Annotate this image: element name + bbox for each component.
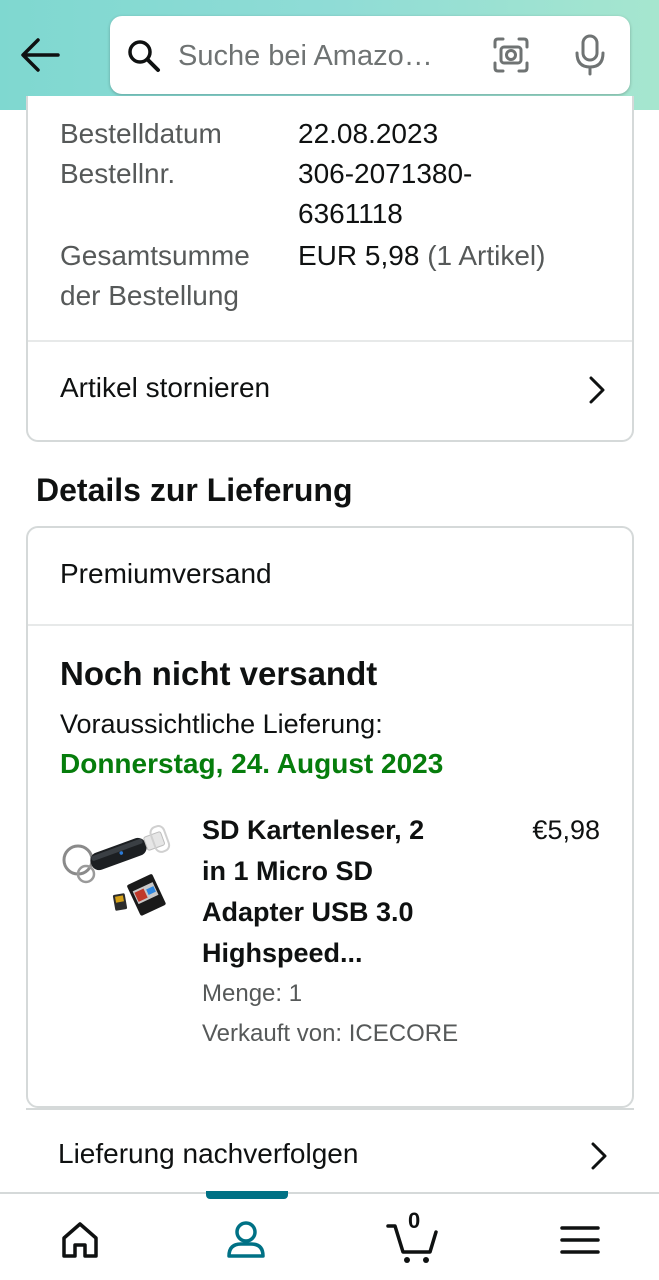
cancel-items-label: Artikel stornieren <box>60 372 271 403</box>
order-total-amount: EUR 5,98 <box>298 240 420 271</box>
product-price: €5,98 <box>532 815 600 845</box>
order-date-label: Bestelldatum <box>60 118 222 149</box>
user-icon <box>227 1221 265 1258</box>
order-date-value: 22.08.2023 <box>298 118 439 149</box>
nav-menu[interactable] <box>556 1216 604 1264</box>
order-number-value: 306-2071380- 6361118 <box>298 154 578 234</box>
chevron-right-icon <box>591 1142 607 1170</box>
product-title-line: Highspeed... <box>202 938 363 968</box>
order-number-part2: 6361118 <box>298 198 403 229</box>
order-number-part1: 306-2071380- <box>298 158 473 189</box>
top-header <box>0 0 659 110</box>
product-image[interactable] <box>56 816 172 916</box>
order-number-label: Bestellnr. <box>60 158 176 189</box>
chevron-right-icon <box>589 376 605 404</box>
search-input[interactable] <box>178 36 478 76</box>
search-bar[interactable] <box>110 16 630 94</box>
delivery-details-heading: Details zur Lieferung <box>36 472 353 508</box>
delivery-card: Premiumversand Noch nicht versandt Vorau… <box>26 526 634 1108</box>
product-title-line: SD Kartenleser, 2 <box>202 815 425 845</box>
back-arrow-icon <box>21 38 60 72</box>
camera-scan-icon[interactable] <box>492 36 530 74</box>
microphone-icon[interactable] <box>572 34 608 76</box>
order-item-count: (1 Artikel) <box>427 240 546 271</box>
cancel-items-row[interactable]: Artikel stornieren <box>28 342 632 438</box>
shipment-status: Noch nicht versandt <box>60 655 378 692</box>
search-icon <box>128 40 160 72</box>
nav-home[interactable] <box>56 1216 104 1264</box>
active-tab-indicator <box>206 1191 288 1199</box>
order-info-card: Bestelldatum 22.08.2023 Bestellnr. 306-2… <box>26 96 634 442</box>
cart-count-badge: 0 <box>408 1208 421 1233</box>
order-total-label-line2: der Bestellung <box>60 280 240 311</box>
order-total-label: Gesamtsumme der Bestellung <box>60 236 280 316</box>
order-total-value: EUR 5,98 (1 Artikel) <box>298 236 578 276</box>
track-package-label: Lieferung nachverfolgen <box>58 1138 359 1169</box>
eta-date: Donnerstag, 24. August 2023 <box>60 748 444 779</box>
track-package-row[interactable]: Lieferung nachverfolgen <box>26 1110 634 1194</box>
nav-account[interactable] <box>222 1216 270 1264</box>
home-icon <box>62 1222 98 1258</box>
menu-icon <box>560 1226 600 1254</box>
product-quantity: Menge: 1 <box>202 980 303 1007</box>
back-button[interactable] <box>18 34 64 76</box>
order-total-label-line1: Gesamtsumme <box>60 240 250 271</box>
product-title-line: in 1 Micro SD <box>202 856 374 886</box>
bottom-navigation: 0 <box>0 1191 659 1280</box>
product-seller: Verkauft von: ICECORE <box>202 1020 459 1047</box>
product-title-link[interactable]: SD Kartenleser, 2 in 1 Micro SD Adapter … <box>202 810 482 974</box>
shipping-type: Premiumversand <box>60 558 272 589</box>
divider <box>28 624 632 626</box>
eta-label: Voraussichtliche Lieferung: <box>60 709 383 739</box>
product-title-line: Adapter USB 3.0 <box>202 897 414 927</box>
